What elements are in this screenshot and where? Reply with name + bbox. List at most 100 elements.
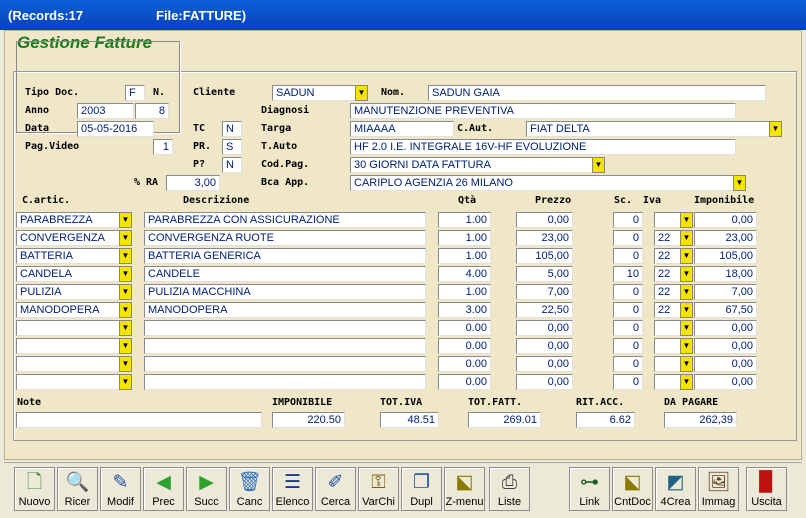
row-prezzo-field[interactable]: 22,50: [516, 302, 573, 318]
row-qta-field[interactable]: 0.00: [438, 374, 491, 390]
row-prezzo-field[interactable]: 0,00: [516, 356, 573, 372]
row-prezzo-field[interactable]: 105,00: [516, 248, 573, 264]
numero-field[interactable]: 8: [135, 103, 169, 119]
row-imponibile-field[interactable]: 0,00: [694, 356, 757, 372]
chevron-down-icon[interactable]: ▼: [119, 212, 132, 228]
row-iva-field[interactable]: 22: [654, 248, 681, 264]
chevron-down-icon[interactable]: ▼: [680, 338, 693, 354]
row-sc-field[interactable]: 0: [613, 284, 643, 300]
t-auto-field[interactable]: HF 2.0 I.E. INTEGRALE 16V-HF EVOLUZIONE: [350, 139, 736, 155]
row-description-field[interactable]: [144, 338, 426, 354]
row-iva-field[interactable]: 22: [654, 266, 681, 282]
row-description-field[interactable]: [144, 320, 426, 336]
chevron-down-icon[interactable]: ▼: [680, 374, 693, 390]
note-field[interactable]: [16, 412, 262, 428]
cliente-field[interactable]: SADUN: [272, 85, 356, 101]
chevron-down-icon[interactable]: ▼: [119, 356, 132, 372]
chevron-down-icon[interactable]: ▼: [680, 302, 693, 318]
cod-pag-field[interactable]: 30 GIORNI DATA FATTURA: [350, 157, 593, 173]
elenco-button[interactable]: ☰ Elenco: [272, 467, 313, 511]
row-description-field[interactable]: CONVERGENZA RUOTE: [144, 230, 426, 246]
c-aut-field[interactable]: FIAT DELTA: [526, 121, 770, 137]
chevron-down-icon[interactable]: ▼: [119, 248, 132, 264]
chevron-down-icon[interactable]: ▼: [680, 248, 693, 264]
chevron-down-icon[interactable]: ▼: [119, 266, 132, 282]
row-prezzo-field[interactable]: 0,00: [516, 320, 573, 336]
canc-button[interactable]: 🗑 Canc: [229, 467, 270, 511]
link-button[interactable]: ⊶ Link: [569, 467, 610, 511]
row-iva-field[interactable]: [654, 338, 681, 354]
row-sc-field[interactable]: 0: [613, 338, 643, 354]
tc-field[interactable]: N: [222, 121, 242, 137]
bca-app-field[interactable]: CARIPLO AGENZIA 26 MILANO: [350, 175, 734, 191]
row-imponibile-field[interactable]: 7,00: [694, 284, 757, 300]
targa-field[interactable]: MIAAAA: [350, 121, 454, 137]
row-imponibile-field[interactable]: 105,00: [694, 248, 757, 264]
row-qta-field[interactable]: 0.00: [438, 320, 491, 336]
pr-field[interactable]: S: [222, 139, 242, 155]
varchi-button[interactable]: ⚿ VarChi: [358, 467, 399, 511]
row-code-field[interactable]: BATTERIA: [16, 248, 120, 264]
row-iva-field[interactable]: [654, 320, 681, 336]
row-code-field[interactable]: [16, 374, 120, 390]
c-aut-dropdown-icon[interactable]: ▼: [769, 121, 782, 137]
row-imponibile-field[interactable]: 23,00: [694, 230, 757, 246]
row-sc-field[interactable]: 0: [613, 320, 643, 336]
chevron-down-icon[interactable]: ▼: [680, 284, 693, 300]
chevron-down-icon[interactable]: ▼: [119, 320, 132, 336]
row-description-field[interactable]: BATTERIA GENERICA: [144, 248, 426, 264]
row-iva-field[interactable]: 22: [654, 230, 681, 246]
row-prezzo-field[interactable]: 23,00: [516, 230, 573, 246]
row-sc-field[interactable]: 10: [613, 266, 643, 282]
row-iva-field[interactable]: [654, 212, 681, 228]
row-imponibile-field[interactable]: 0,00: [694, 338, 757, 354]
tipo-doc-field[interactable]: F: [125, 85, 145, 101]
row-imponibile-field[interactable]: 0,00: [694, 374, 757, 390]
row-imponibile-field[interactable]: 0,00: [694, 212, 757, 228]
row-qta-field[interactable]: 3.00: [438, 302, 491, 318]
prec-button[interactable]: ◀ Prec: [143, 467, 184, 511]
row-sc-field[interactable]: 0: [613, 356, 643, 372]
chevron-down-icon[interactable]: ▼: [680, 320, 693, 336]
chevron-down-icon[interactable]: ▼: [119, 338, 132, 354]
row-description-field[interactable]: PARABREZZA CON ASSICURAZIONE: [144, 212, 426, 228]
chevron-down-icon[interactable]: ▼: [680, 356, 693, 372]
row-code-field[interactable]: [16, 356, 120, 372]
succ-button[interactable]: ▶ Succ: [186, 467, 227, 511]
nuovo-button[interactable]: 🗋 Nuovo: [14, 467, 55, 511]
row-qta-field[interactable]: 0.00: [438, 338, 491, 354]
chevron-down-icon[interactable]: ▼: [680, 212, 693, 228]
row-prezzo-field[interactable]: 7,00: [516, 284, 573, 300]
row-sc-field[interactable]: 0: [613, 230, 643, 246]
row-qta-field[interactable]: 4.00: [438, 266, 491, 282]
row-sc-field[interactable]: 0: [613, 212, 643, 228]
row-qta-field[interactable]: 1.00: [438, 284, 491, 300]
cod-pag-dropdown-icon[interactable]: ▼: [592, 157, 605, 173]
anno-field[interactable]: 2003: [77, 103, 134, 119]
row-prezzo-field[interactable]: 5,00: [516, 266, 573, 282]
bca-app-dropdown-icon[interactable]: ▼: [733, 175, 746, 191]
row-description-field[interactable]: PULIZIA MACCHINA: [144, 284, 426, 300]
row-sc-field[interactable]: 0: [613, 248, 643, 264]
chevron-down-icon[interactable]: ▼: [119, 284, 132, 300]
ricer-button[interactable]: 🔍 Ricer: [57, 467, 98, 511]
diagnosi-field[interactable]: MANUTENZIONE PREVENTIVA: [350, 103, 736, 119]
row-iva-field[interactable]: [654, 356, 681, 372]
pag-video-field[interactable]: 1: [153, 139, 173, 155]
row-prezzo-field[interactable]: 0,00: [516, 374, 573, 390]
row-description-field[interactable]: CANDELE: [144, 266, 426, 282]
chevron-down-icon[interactable]: ▼: [119, 374, 132, 390]
row-imponibile-field[interactable]: 18,00: [694, 266, 757, 282]
row-description-field[interactable]: [144, 374, 426, 390]
data-field[interactable]: 05-05-2016: [77, 121, 154, 137]
row-prezzo-field[interactable]: 0,00: [516, 338, 573, 354]
row-code-field[interactable]: CANDELA: [16, 266, 120, 282]
immag-button[interactable]: 🖼 Immag: [698, 467, 739, 511]
modif-button[interactable]: ✎ Modif: [100, 467, 141, 511]
row-description-field[interactable]: MANODOPERA: [144, 302, 426, 318]
chevron-down-icon[interactable]: ▼: [119, 230, 132, 246]
cntdoc-button[interactable]: ⬕ CntDoc: [612, 467, 653, 511]
row-imponibile-field[interactable]: 67,50: [694, 302, 757, 318]
nominativo-field[interactable]: SADUN GAIA: [428, 85, 766, 101]
z-menu-button[interactable]: ⬕ Z-menu: [444, 467, 485, 511]
